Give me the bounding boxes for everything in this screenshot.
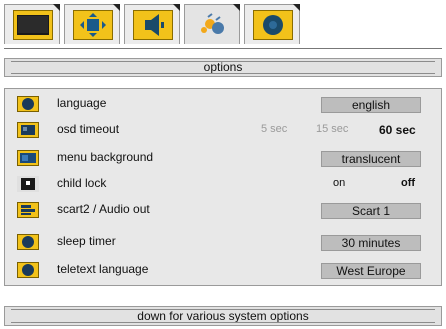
option-label-teletext-language: teletext language	[57, 262, 149, 276]
tab-sound[interactable]	[124, 4, 180, 44]
option-row-menu-background[interactable]: menu background translucent	[5, 147, 441, 169]
title-rule-bottom	[11, 73, 435, 74]
option-label-sleep-timer: sleep timer	[57, 234, 116, 248]
language-icon	[17, 96, 39, 112]
scart-icon	[17, 202, 39, 218]
tab-corner	[233, 4, 240, 11]
options-icon	[253, 10, 293, 40]
osd-timeout-option-15[interactable]: 15 sec	[316, 123, 348, 135]
osd-timeout-option-5[interactable]: 5 sec	[261, 123, 287, 135]
page-title: options	[203, 60, 243, 74]
tab-corner	[53, 4, 60, 11]
sleep-timer-value[interactable]: 30 minutes	[321, 235, 421, 251]
title-rule-top	[11, 61, 435, 62]
satellite-icon	[193, 10, 233, 40]
page-title-bar: options	[4, 58, 442, 77]
child-lock-option-off[interactable]: off	[401, 177, 415, 189]
tab-arrows[interactable]	[64, 4, 120, 44]
option-label-language: language	[57, 96, 107, 110]
tab-setup[interactable]	[184, 4, 240, 44]
option-row-child-lock[interactable]: child lock on off	[5, 173, 441, 195]
speaker-icon	[133, 10, 173, 40]
language-value[interactable]: english	[321, 97, 421, 113]
footer-rule-bottom	[11, 322, 435, 323]
option-row-language[interactable]: language english	[5, 93, 441, 115]
footer-rule-top	[11, 309, 435, 310]
menu-background-icon	[17, 150, 39, 166]
child-lock-option-on[interactable]: on	[333, 177, 345, 189]
option-label-menu-background: menu background	[57, 150, 154, 164]
menu-background-value[interactable]: translucent	[321, 151, 421, 167]
option-row-teletext-language[interactable]: teletext language West Europe	[5, 259, 441, 281]
scart-value[interactable]: Scart 1	[321, 203, 421, 219]
options-panel: language english osd timeout 5 sec 15 se…	[4, 88, 442, 286]
tab-strip	[4, 4, 304, 48]
tab-corner	[113, 4, 120, 11]
sleep-timer-icon	[17, 234, 39, 250]
tab-options[interactable]	[244, 4, 300, 44]
option-label-osd-timeout: osd timeout	[57, 122, 120, 136]
osd-timeout-option-60[interactable]: 60 sec	[379, 123, 416, 137]
option-label-child-lock: child lock	[57, 176, 107, 190]
option-label-scart: scart2 / Audio out	[57, 202, 150, 216]
tab-picture[interactable]	[4, 4, 60, 44]
option-row-osd-timeout[interactable]: osd timeout 5 sec 15 sec 60 sec	[5, 119, 441, 141]
help-text: down for various system options	[137, 309, 309, 323]
tab-corner	[293, 4, 300, 11]
child-lock-icon	[17, 176, 39, 192]
osd-timeout-icon	[17, 122, 39, 138]
teletext-language-value[interactable]: West Europe	[321, 263, 421, 279]
arrows-icon	[73, 10, 113, 40]
option-row-scart[interactable]: scart2 / Audio out Scart 1	[5, 199, 441, 221]
tab-corner	[173, 4, 180, 11]
option-row-sleep-timer[interactable]: sleep timer 30 minutes	[5, 231, 441, 253]
teletext-icon	[17, 262, 39, 278]
help-text-bar: down for various system options	[4, 306, 442, 326]
tab-underline	[4, 48, 442, 49]
monitor-icon	[13, 10, 53, 40]
